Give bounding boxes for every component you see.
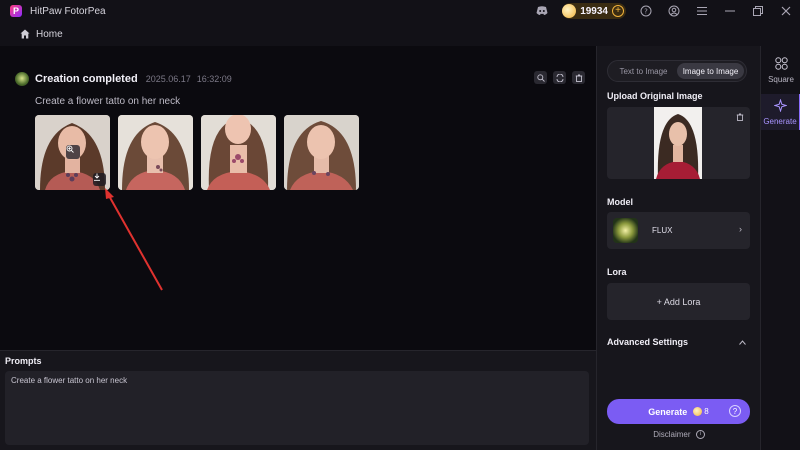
prompts-title: Prompts	[5, 356, 42, 366]
flux-model-icon	[613, 218, 638, 243]
menu-icon[interactable]	[688, 0, 716, 22]
upload-area[interactable]	[607, 107, 750, 179]
title-bar: P HitPaw FotorPea 19934 + ?	[0, 0, 800, 22]
annotation-arrow	[105, 188, 163, 291]
creation-area: Creation completed 2025.06.17 16:32:09 C…	[0, 46, 596, 350]
nav-bar: Home	[0, 22, 800, 46]
right-rail: Square Generate	[760, 46, 800, 450]
close-icon[interactable]	[772, 0, 800, 22]
info-icon: i	[695, 430, 705, 440]
help-icon[interactable]: ?	[729, 405, 741, 417]
svg-text:?: ?	[644, 8, 648, 16]
disclaimer-link[interactable]: Disclaimer i	[597, 430, 761, 440]
sparkle-icon	[772, 97, 788, 115]
coin-count: 19934	[580, 5, 608, 17]
rail-item-square[interactable]: Square	[761, 52, 800, 88]
app-window: P HitPaw FotorPea 19934 + ? Home Creatio…	[0, 0, 800, 450]
upload-title: Upload Original Image	[607, 91, 703, 101]
add-coins-icon[interactable]: +	[612, 5, 624, 17]
model-selector[interactable]: FLUX ›	[607, 212, 750, 249]
title-bar-controls: 19934 + ?	[528, 0, 800, 22]
remove-image-icon[interactable]	[736, 113, 744, 123]
generate-label: Generate	[648, 406, 688, 417]
coin-icon	[562, 4, 577, 18]
generate-button[interactable]: Generate 8 ?	[607, 399, 750, 424]
mode-switch: Text to Image Image to Image	[607, 60, 747, 82]
prompt-input[interactable]: Create a flower tatto on her neck	[5, 371, 589, 445]
app-logo-icon: P	[10, 5, 22, 17]
account-icon[interactable]	[660, 0, 688, 22]
chevron-right-icon: ›	[739, 224, 742, 234]
original-image	[654, 107, 702, 179]
rail-item-generate[interactable]: Generate	[761, 94, 800, 130]
app-title: HitPaw FotorPea	[30, 5, 106, 17]
home-icon[interactable]	[20, 29, 30, 39]
tab-text-to-image[interactable]: Text to Image	[610, 63, 677, 79]
coin-balance[interactable]: 19934 +	[562, 3, 626, 19]
home-link[interactable]: Home	[36, 29, 63, 40]
discord-icon[interactable]	[528, 0, 556, 22]
model-title: Model	[607, 197, 633, 207]
disclaimer-label: Disclaimer	[653, 430, 691, 439]
help-icon[interactable]: ?	[632, 0, 660, 22]
lora-title: Lora	[607, 267, 627, 277]
grid-icon	[774, 56, 788, 73]
coin-icon	[693, 407, 703, 416]
prompts-panel: Prompts Create a flower tatto on her nec…	[0, 350, 596, 450]
minimize-icon[interactable]	[716, 0, 744, 22]
model-name: FLUX	[652, 226, 673, 235]
restore-icon[interactable]	[744, 0, 772, 22]
advanced-settings-title[interactable]: Advanced Settings	[607, 337, 688, 347]
chevron-up-icon[interactable]	[739, 338, 746, 347]
tab-image-to-image[interactable]: Image to Image	[677, 63, 744, 79]
settings-panel: Text to Image Image to Image Upload Orig…	[596, 46, 760, 450]
rail-label-generate: Generate	[763, 116, 797, 126]
generate-cost: 8	[704, 407, 709, 416]
add-lora-button[interactable]: + Add Lora	[607, 283, 750, 320]
rail-label-square: Square	[768, 74, 794, 84]
